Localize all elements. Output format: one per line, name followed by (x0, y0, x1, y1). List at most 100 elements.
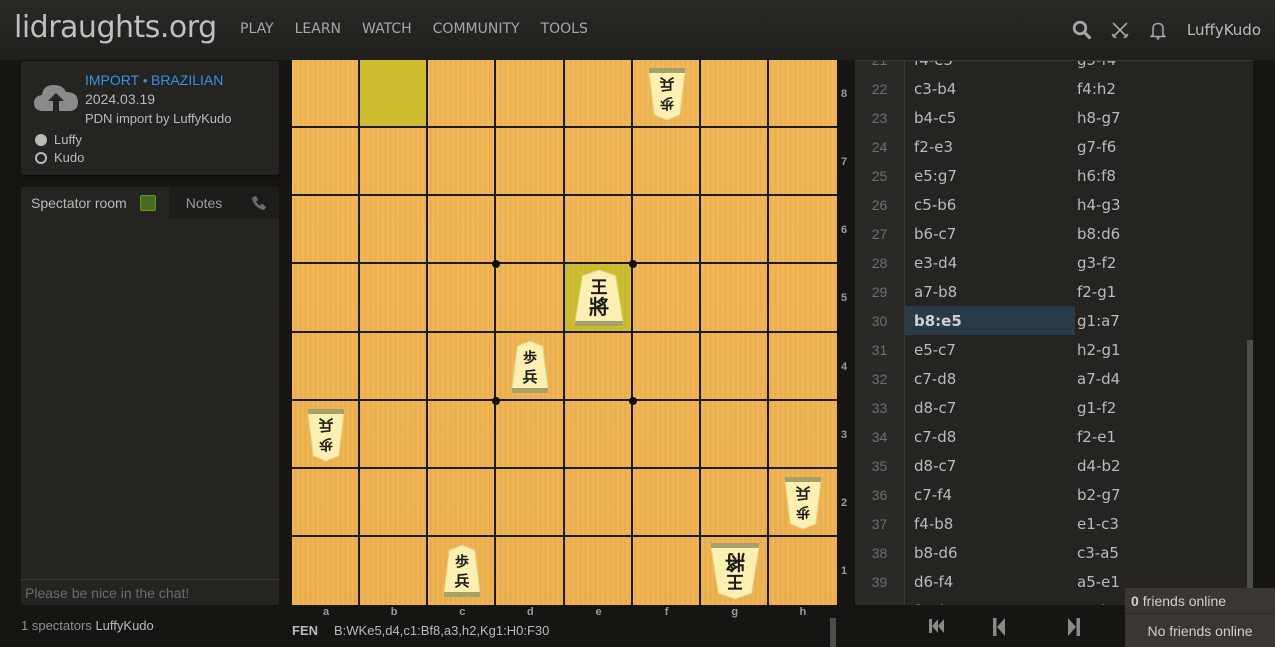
move-black[interactable]: g5-f4 (1075, 61, 1245, 74)
voice-chat-button[interactable] (239, 187, 279, 218)
move-black[interactable]: h8-g7 (1075, 103, 1245, 132)
player-white[interactable]: Luffy (35, 131, 84, 149)
nav-tools[interactable]: TOOLS (541, 21, 588, 37)
square-e7[interactable] (564, 128, 633, 197)
square-h8[interactable] (768, 60, 837, 129)
move-white[interactable]: e5:g7 (905, 161, 1075, 190)
move-black[interactable]: f2-e1 (1075, 422, 1245, 451)
search-button[interactable] (1063, 0, 1101, 60)
square-e6[interactable] (564, 196, 633, 265)
move-black[interactable]: b8:d6 (1075, 219, 1245, 248)
square-e3[interactable] (564, 400, 633, 469)
square-g2[interactable] (700, 468, 769, 537)
move-black[interactable]: g3-f2 (1075, 248, 1245, 277)
square-e2[interactable] (564, 468, 633, 537)
square-b7[interactable] (360, 128, 429, 197)
square-c6[interactable] (428, 196, 497, 265)
square-c2[interactable] (428, 468, 497, 537)
square-b4[interactable] (360, 332, 429, 401)
move-white[interactable]: f2-e3 (905, 132, 1075, 161)
move-white[interactable]: e5-c7 (905, 335, 1075, 364)
square-a6[interactable] (292, 196, 361, 265)
square-f5[interactable] (632, 264, 701, 333)
square-a7[interactable] (292, 128, 361, 197)
square-a5[interactable] (292, 264, 361, 333)
move-white[interactable]: d8-c7 (905, 393, 1075, 422)
square-b2[interactable] (360, 468, 429, 537)
square-c4[interactable] (428, 332, 497, 401)
nav-learn[interactable]: LEARN (295, 21, 341, 37)
square-f4[interactable] (632, 332, 701, 401)
square-f2[interactable] (632, 468, 701, 537)
white-man-piece-d4[interactable]: 歩兵 (496, 333, 564, 401)
square-d5[interactable] (496, 264, 565, 333)
move-black[interactable]: c3-a5 (1075, 538, 1245, 567)
move-white[interactable]: f4-d6 (905, 596, 1075, 606)
square-c5[interactable] (428, 264, 497, 333)
move-black[interactable]: d4-b2 (1075, 451, 1245, 480)
move-white[interactable]: c7-f4 (905, 480, 1075, 509)
move-white[interactable]: b4-c5 (905, 103, 1075, 132)
move-white[interactable]: f4-b8 (905, 509, 1075, 538)
square-c8[interactable] (428, 60, 497, 129)
square-d8[interactable] (496, 60, 565, 129)
move-black[interactable]: h4-g3 (1075, 190, 1245, 219)
move-white[interactable]: c5-b6 (905, 190, 1075, 219)
square-g8[interactable] (700, 60, 769, 129)
fen-value[interactable]: B:WKe5,d4,c1:Bf8,a3,h2,Kg1:H0:F30 (334, 623, 549, 638)
move-white[interactable]: a7-b8 (905, 277, 1075, 306)
move-white[interactable]: b8-d6 (905, 538, 1075, 567)
square-h4[interactable] (768, 333, 837, 401)
square-d1[interactable] (496, 536, 565, 605)
square-c7[interactable] (428, 128, 497, 197)
square-e1[interactable] (565, 536, 633, 605)
chat-input[interactable] (21, 579, 279, 605)
square-b3[interactable] (360, 400, 429, 469)
square-d7[interactable] (496, 128, 565, 197)
square-e8[interactable] (564, 60, 633, 129)
move-white[interactable]: b8:e5 (905, 306, 1075, 335)
black-king-piece-g1[interactable]: 王將 (701, 537, 769, 605)
move-black[interactable]: h6:f8 (1075, 161, 1245, 190)
move-white[interactable]: b6-c7 (905, 219, 1075, 248)
square-c3[interactable] (428, 400, 497, 469)
square-d3[interactable] (496, 400, 565, 469)
site-logo[interactable]: lidraughts.org (14, 10, 217, 45)
notifications-button[interactable] (1139, 0, 1177, 60)
black-man-piece-h2[interactable]: 歩兵 (769, 469, 837, 537)
tab-spectator-room[interactable]: Spectator room (21, 187, 169, 218)
next-move-button[interactable] (1064, 616, 1084, 643)
square-h6[interactable] (768, 196, 837, 265)
square-g5[interactable] (700, 264, 769, 333)
black-man-piece-a3[interactable]: 歩兵 (292, 401, 360, 469)
square-f3[interactable] (632, 400, 701, 469)
first-move-button[interactable] (927, 616, 947, 641)
square-a4[interactable] (292, 332, 361, 401)
board-resize-handle[interactable] (830, 618, 836, 647)
square-a2[interactable] (292, 468, 361, 537)
square-g7[interactable] (700, 128, 769, 197)
friends-box[interactable]: 0 friends online No friends online (1125, 588, 1275, 647)
square-g6[interactable] (700, 196, 769, 265)
spectator-name[interactable]: LuffyKudo (95, 618, 153, 633)
white-man-piece-c1[interactable]: 歩兵 (428, 537, 496, 605)
move-white[interactable]: c7-d8 (905, 364, 1075, 393)
chat-toggle[interactable] (140, 195, 156, 211)
previous-move-button[interactable] (989, 616, 1009, 643)
move-white[interactable]: d8-c7 (905, 451, 1075, 480)
player-black[interactable]: Kudo (35, 149, 84, 167)
square-a8[interactable] (292, 60, 361, 129)
move-black[interactable]: g7-f6 (1075, 132, 1245, 161)
square-b6[interactable] (360, 196, 429, 265)
friends-header[interactable]: 0 friends online (1125, 588, 1275, 614)
move-white[interactable]: d6-f4 (905, 567, 1075, 596)
move-black[interactable]: e1-c3 (1075, 509, 1245, 538)
move-black[interactable]: b2-g7 (1075, 480, 1245, 509)
square-f1[interactable] (633, 536, 701, 605)
nav-watch[interactable]: WATCH (362, 21, 412, 37)
square-g4[interactable] (700, 332, 769, 401)
move-black[interactable]: f4:h2 (1075, 74, 1245, 103)
draughts-board[interactable]: 王將歩兵歩兵歩兵歩兵歩兵王將 (292, 60, 837, 605)
square-b1[interactable] (360, 536, 429, 605)
square-h3[interactable] (768, 401, 837, 469)
